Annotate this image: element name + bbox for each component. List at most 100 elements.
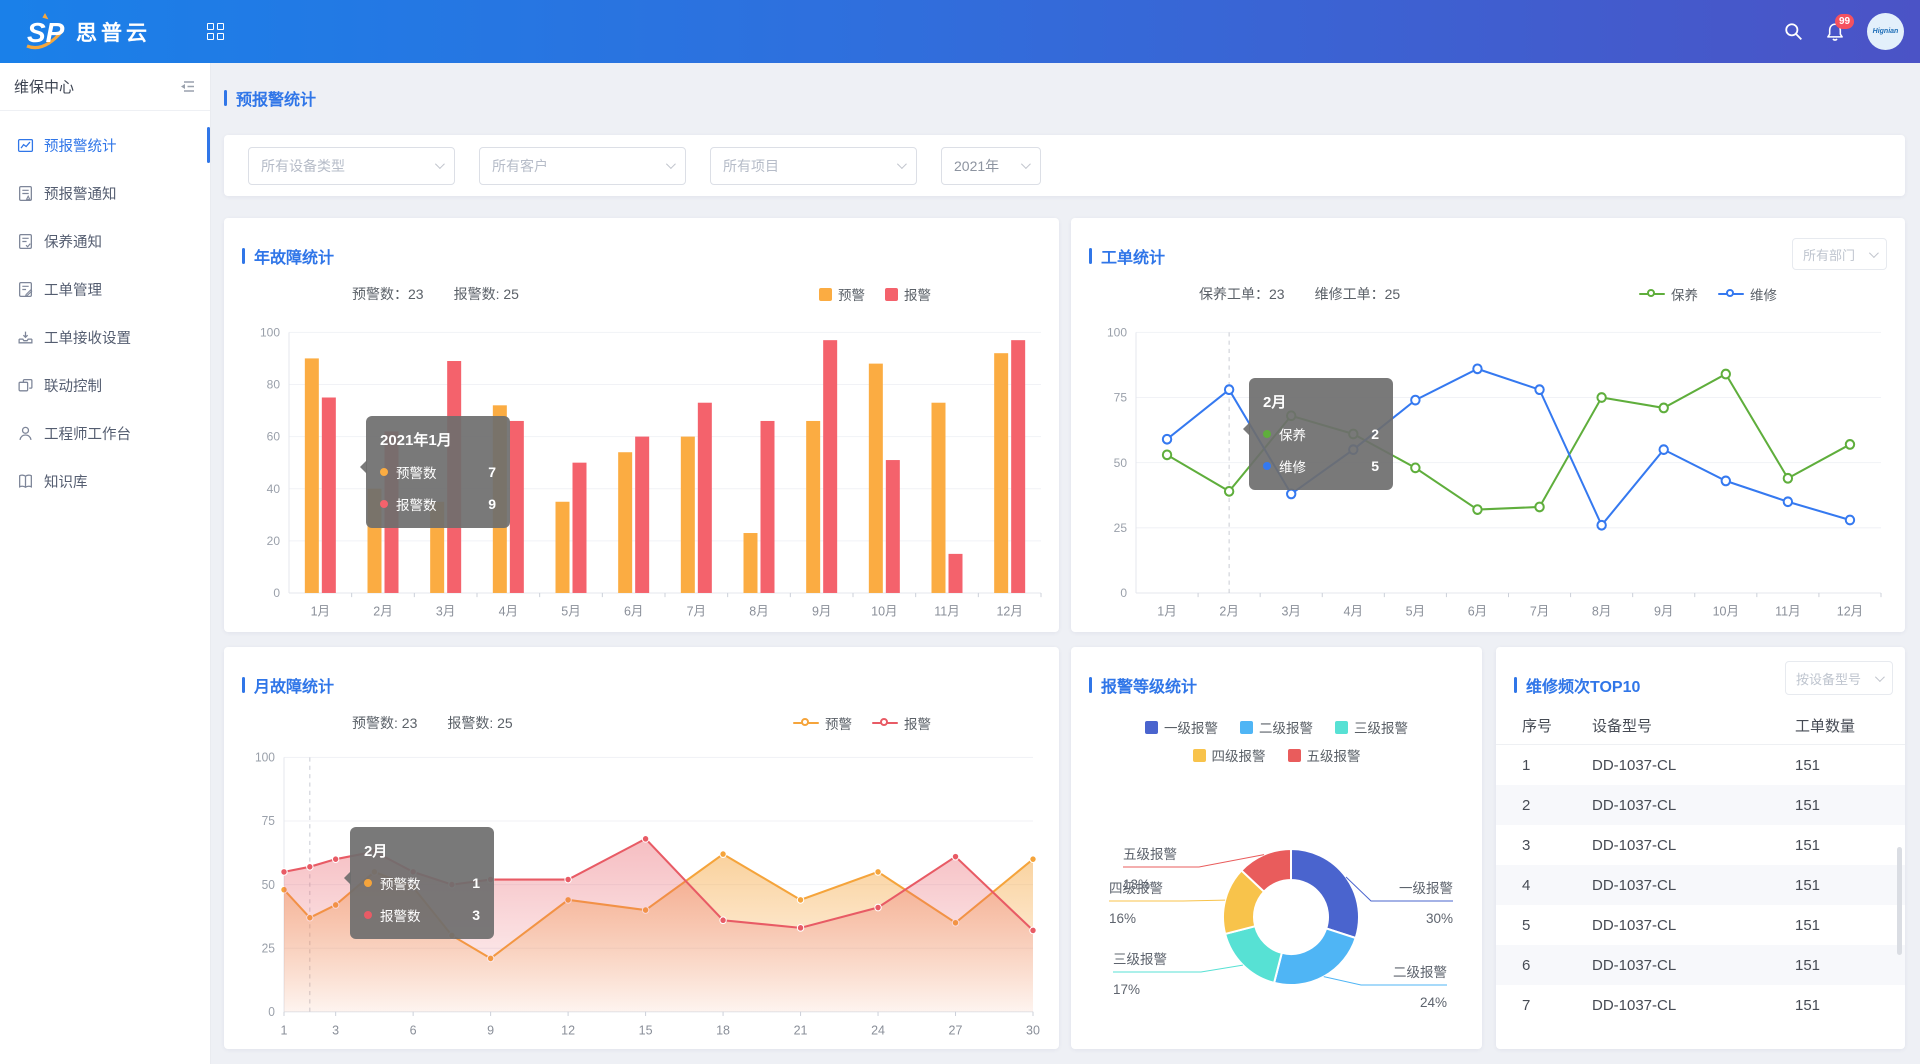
legend-item[interactable]: 预警	[793, 713, 852, 733]
sidebar-item-label: 保养通知	[44, 231, 102, 252]
sidebar-item-label: 预报警通知	[44, 183, 117, 204]
filter-select-1[interactable]: 所有设备类型	[248, 147, 455, 185]
sidebar-item-label: 工程师工作台	[44, 423, 131, 444]
department-filter-dropdown[interactable]: 所有部门	[1792, 238, 1887, 270]
legend-item[interactable]: 二级报警	[1240, 717, 1313, 737]
table-row: 5DD-1037-CL151	[1496, 905, 1905, 945]
work-order-legend[interactable]: 保养维修	[1619, 284, 1777, 304]
svg-text:24: 24	[871, 1022, 885, 1037]
table-scrollbar[interactable]	[1897, 847, 1902, 955]
sidebar-item-label: 知识库	[44, 471, 88, 492]
device-type-filter-dropdown[interactable]: 按设备型号	[1785, 661, 1893, 695]
svg-text:11月: 11月	[1775, 604, 1800, 619]
svg-text:9月: 9月	[812, 604, 831, 619]
legend-item[interactable]: 报警	[872, 713, 931, 733]
svg-text:40: 40	[267, 482, 281, 496]
svg-text:15: 15	[639, 1022, 653, 1037]
main-content: 预报警统计 所有设备类型所有客户所有项目 2021年 年故障统计 预警数：23报警…	[211, 63, 1920, 1064]
doc-check-icon	[17, 233, 34, 250]
notification-bell-icon[interactable]: 99	[1825, 22, 1845, 42]
svg-text:1: 1	[281, 1022, 288, 1037]
work-order-line-chart: 02550751001月2月3月4月5月6月7月8月9月10月11月12月	[1081, 322, 1895, 624]
avatar-text: Hignian	[1873, 28, 1899, 35]
table-row: 4DD-1037-CL151	[1496, 865, 1905, 905]
page-title: 预报警统计	[224, 86, 316, 110]
sidebar-item-5[interactable]: 工单接收设置	[0, 313, 210, 361]
svg-text:60: 60	[267, 430, 281, 444]
svg-text:一级报警: 一级报警	[1399, 881, 1453, 896]
svg-text:13%: 13%	[1123, 877, 1150, 892]
table-row: 6DD-1037-CL151	[1496, 945, 1905, 985]
svg-text:10月: 10月	[1713, 604, 1739, 619]
svg-text:9月: 9月	[1654, 604, 1673, 619]
year-fault-bar-chart: 0204060801001月2月3月4月5月6月7月8月9月10月11月12月	[234, 322, 1049, 624]
sidebar-item-label: 联动控制	[44, 375, 102, 396]
svg-text:21: 21	[794, 1022, 808, 1037]
year-fault-stats: 预警数：23报警数: 25	[352, 284, 549, 304]
collapse-menu-icon[interactable]	[178, 79, 196, 94]
sidebar-item-3[interactable]: 保养通知	[0, 217, 210, 265]
repair-top10-table: 序号设备型号工单数量1DD-1037-CL1512DD-1037-CL1513D…	[1496, 707, 1905, 1025]
doc-alert-icon	[17, 185, 34, 202]
sidebar-item-7[interactable]: 工程师工作台	[0, 409, 210, 457]
year-fault-legend[interactable]: 预警报警	[799, 284, 931, 304]
filter-select-3[interactable]: 所有项目	[710, 147, 917, 185]
user-avatar[interactable]: Hignian	[1867, 13, 1904, 50]
svg-text:75: 75	[1114, 390, 1128, 404]
sp-logo-icon: SP	[24, 12, 66, 52]
sidebar-item-label: 工单管理	[44, 279, 102, 300]
month-fault-stats: 预警数: 23报警数: 25	[352, 713, 543, 733]
month-fault-title: 月故障统计	[242, 673, 334, 697]
legend-item[interactable]: 一级报警	[1145, 717, 1218, 737]
legend-item[interactable]: 预警	[819, 284, 865, 304]
svg-text:3月: 3月	[436, 604, 455, 619]
svg-text:7月: 7月	[687, 604, 706, 619]
repair-top10-title: 维修频次TOP10	[1514, 673, 1640, 697]
month-fault-card: 月故障统计 预警数: 23报警数: 25 预警报警 02550751001369…	[224, 647, 1059, 1049]
sidebar-item-4[interactable]: 工单管理	[0, 265, 210, 313]
sidebar-menu: 预报警统计预报警通知保养通知工单管理工单接收设置联动控制工程师工作台知识库	[0, 111, 210, 505]
svg-text:3月: 3月	[1281, 604, 1300, 619]
svg-text:30: 30	[1026, 1022, 1040, 1037]
legend-item[interactable]: 维修	[1718, 284, 1777, 304]
alarm-level-legend[interactable]: 一级报警 二级报警 三级报警四级报警 五级报警	[1071, 709, 1482, 765]
svg-text:12月: 12月	[1837, 604, 1863, 619]
brand-logo[interactable]: SP 思普云	[24, 12, 151, 52]
chevron-down-icon	[435, 159, 445, 169]
sidebar-item-2[interactable]: 预报警通知	[0, 169, 210, 217]
filter-select-2[interactable]: 所有客户	[479, 147, 686, 185]
svg-text:二级报警: 二级报警	[1393, 965, 1447, 980]
svg-text:24%: 24%	[1420, 995, 1447, 1010]
year-fault-title: 年故障统计	[242, 244, 334, 268]
chart-icon	[17, 137, 34, 154]
legend-item[interactable]: 保养	[1639, 284, 1698, 304]
engineer-icon	[17, 425, 34, 442]
svg-text:0: 0	[1120, 586, 1127, 600]
table-row: 1DD-1037-CL151	[1496, 745, 1905, 785]
svg-text:8月: 8月	[749, 604, 768, 619]
month-fault-legend[interactable]: 预警报警	[773, 713, 931, 733]
sidebar-item-1[interactable]: 预报警统计	[0, 121, 210, 169]
sidebar-item-6[interactable]: 联动控制	[0, 361, 210, 409]
svg-text:SP: SP	[27, 17, 65, 48]
alarm-level-donut-chart: 一级报警30%二级报警24%三级报警17%四级报警16%五级报警13%	[1071, 765, 1482, 1045]
sidebar-item-8[interactable]: 知识库	[0, 457, 210, 505]
filter-select-4[interactable]: 2021年	[941, 147, 1041, 185]
apps-grid-icon[interactable]	[207, 23, 224, 40]
svg-text:16%: 16%	[1109, 911, 1136, 926]
repair-top10-card: 维修频次TOP10 按设备型号 序号设备型号工单数量1DD-1037-CL151…	[1496, 647, 1905, 1049]
svg-text:3: 3	[332, 1022, 339, 1037]
svg-text:50: 50	[1114, 456, 1128, 470]
legend-item[interactable]: 五级报警	[1288, 745, 1361, 765]
svg-text:25: 25	[1114, 521, 1128, 535]
chevron-down-icon	[897, 159, 907, 169]
table-row: 3DD-1037-CL151	[1496, 825, 1905, 865]
search-icon[interactable]	[1784, 22, 1803, 41]
legend-item[interactable]: 三级报警	[1335, 717, 1408, 737]
svg-text:6月: 6月	[624, 604, 643, 619]
svg-text:五级报警: 五级报警	[1123, 847, 1177, 862]
legend-item[interactable]: 四级报警	[1193, 745, 1266, 765]
svg-text:4月: 4月	[499, 604, 518, 619]
svg-text:100: 100	[255, 750, 275, 764]
legend-item[interactable]: 报警	[885, 284, 931, 304]
